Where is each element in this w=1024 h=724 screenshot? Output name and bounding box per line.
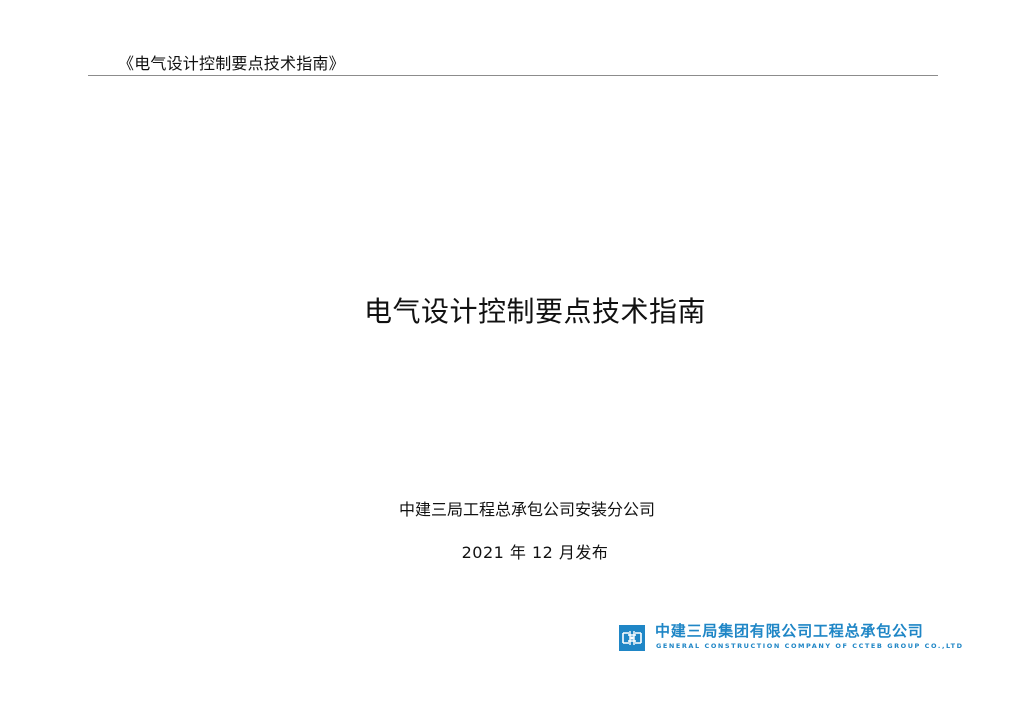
cover-title: 电气设计控制要点技术指南 — [363, 295, 706, 328]
header-divider — [88, 75, 938, 76]
cscec-logo-icon — [619, 625, 645, 651]
cover-publisher: 中建三局工程总承包公司安装分公司 — [398, 500, 655, 519]
cover-publish-date: 2021 年 12 月发布 — [461, 543, 609, 562]
company-logo: 中建三局集团有限公司工程总承包公司 GENERAL CONSTRUCTION C… — [619, 622, 962, 652]
logo-company-name-cn: 中建三局集团有限公司工程总承包公司 — [655, 622, 924, 640]
logo-company-name-en: GENERAL CONSTRUCTION COMPANY OF CCTEB GR… — [656, 642, 964, 650]
header-document-title: 《电气设计控制要点技术指南》 — [118, 54, 345, 73]
